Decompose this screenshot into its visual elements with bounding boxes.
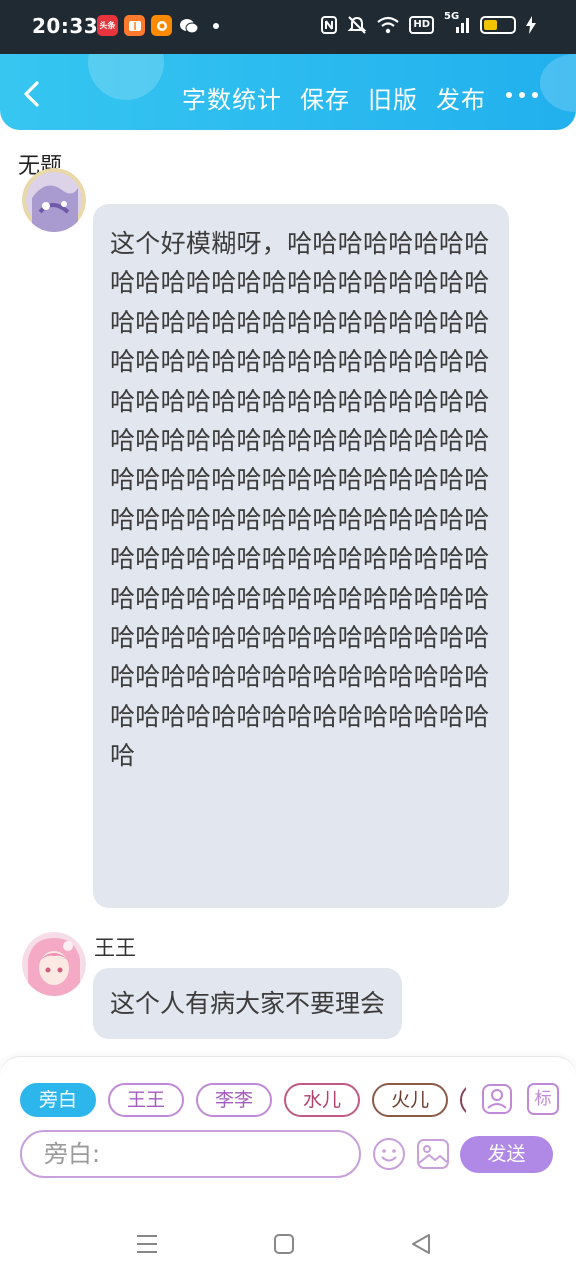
back-nav-button[interactable] bbox=[407, 1230, 435, 1258]
editor-header: 字数统计 保存 旧版 发布 bbox=[0, 54, 576, 130]
square-icon bbox=[274, 1234, 294, 1254]
header-actions: 字数统计 保存 旧版 发布 bbox=[182, 80, 486, 115]
avatar[interactable] bbox=[22, 168, 86, 232]
more-notifications-dot bbox=[213, 22, 219, 29]
character-chip-huoer[interactable]: 火儿 bbox=[372, 1083, 449, 1117]
insert-image-button[interactable] bbox=[416, 1137, 450, 1171]
charging-icon bbox=[526, 16, 536, 34]
nfc-icon bbox=[321, 16, 338, 34]
triangle-back-icon bbox=[412, 1234, 430, 1254]
image-icon bbox=[417, 1139, 449, 1169]
person-card-icon bbox=[482, 1084, 512, 1114]
status-bar: 20:33 头条 HD 5G bbox=[0, 0, 576, 54]
system-indicators: HD 5G bbox=[321, 11, 536, 35]
home-button[interactable] bbox=[270, 1230, 298, 1258]
message-input[interactable] bbox=[20, 1130, 361, 1178]
message-bubble[interactable]: 这个人有病大家不要理会 bbox=[93, 968, 403, 1039]
system-nav-bar bbox=[0, 1208, 576, 1280]
old-version-button[interactable]: 旧版 bbox=[368, 80, 418, 115]
battery-icon bbox=[480, 16, 516, 34]
wifi-icon bbox=[377, 16, 400, 34]
sender-name: 王王 bbox=[94, 936, 136, 960]
character-chip-fu[interactable]: 芙 bbox=[460, 1083, 466, 1117]
menu-lines-icon bbox=[137, 1235, 157, 1253]
character-chip-narration[interactable]: 旁白 bbox=[20, 1083, 97, 1117]
tag-button[interactable]: 标 bbox=[527, 1083, 559, 1115]
recent-apps-button[interactable] bbox=[133, 1230, 161, 1258]
word-count-button[interactable]: 字数统计 bbox=[182, 80, 282, 115]
character-chip-shuier[interactable]: 水儿 bbox=[284, 1083, 361, 1117]
taobao-app-icon bbox=[151, 15, 172, 36]
notification-icons: 头条 bbox=[97, 15, 219, 36]
back-button[interactable] bbox=[18, 78, 48, 110]
toutiao-app-icon: 头条 bbox=[97, 15, 118, 36]
status-time: 20:33 bbox=[32, 14, 99, 38]
smiley-icon bbox=[373, 1138, 405, 1170]
mute-icon bbox=[347, 16, 367, 34]
publish-button[interactable]: 发布 bbox=[436, 80, 486, 115]
more-menu-button[interactable] bbox=[506, 92, 538, 98]
decor-bubble bbox=[88, 54, 164, 100]
send-button[interactable]: 发送 bbox=[460, 1136, 553, 1173]
message-bubble[interactable]: 这个好模糊呀，哈哈哈哈哈哈哈哈哈哈哈哈哈哈哈哈哈哈哈哈哈哈哈哈哈哈哈哈哈哈哈哈哈… bbox=[93, 204, 509, 908]
chevron-left-icon bbox=[24, 81, 39, 107]
decor-bubble bbox=[540, 54, 576, 112]
character-manage-button[interactable] bbox=[481, 1083, 513, 1115]
avatar[interactable] bbox=[22, 932, 86, 996]
character-selector: 旁白 王王 李李 水儿 火儿 芙 bbox=[20, 1083, 466, 1119]
reader-app-icon bbox=[124, 15, 145, 36]
character-chip-wangwang[interactable]: 王王 bbox=[108, 1083, 185, 1117]
emoji-button[interactable] bbox=[372, 1137, 406, 1171]
wechat-icon bbox=[178, 15, 199, 36]
hd-badge: HD bbox=[409, 16, 434, 34]
signal-icon: 5G bbox=[444, 11, 470, 35]
save-button[interactable]: 保存 bbox=[300, 80, 350, 115]
character-chip-lili[interactable]: 李李 bbox=[196, 1083, 273, 1117]
